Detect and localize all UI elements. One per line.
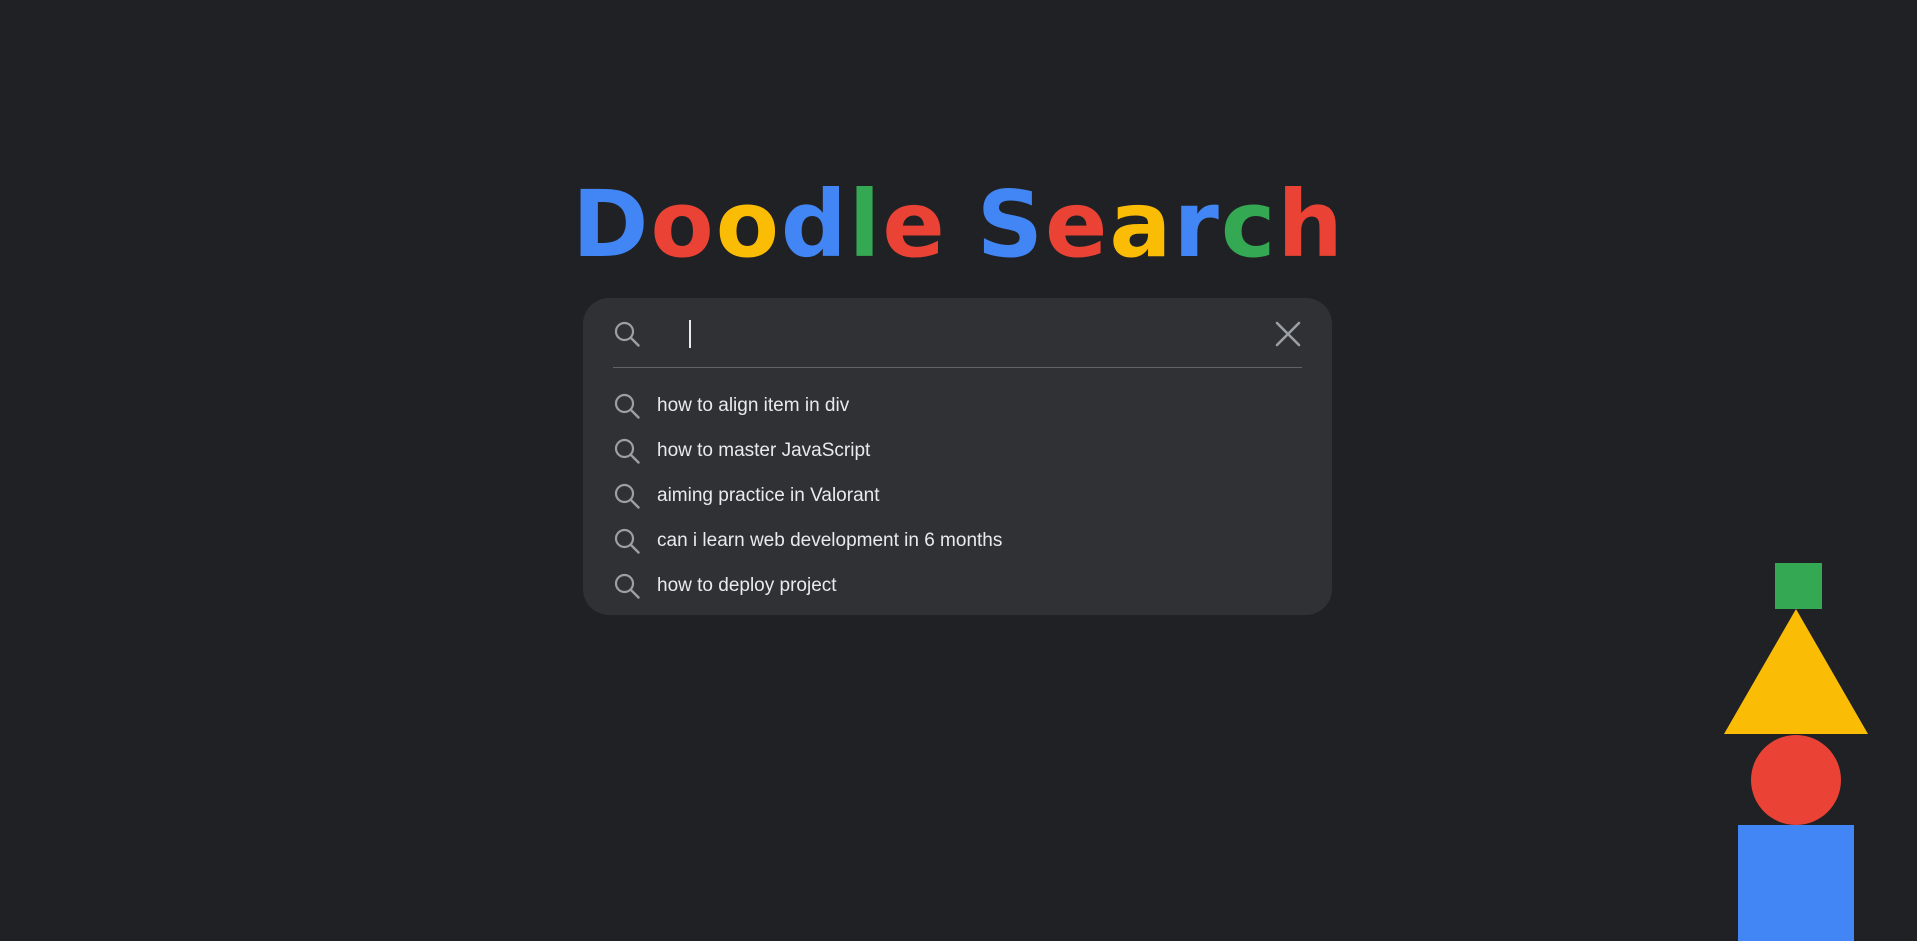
suggestion-item[interactable]: can i learn web development in 6 months (613, 518, 1302, 563)
logo-letter: l (848, 171, 883, 278)
suggestion-text: can i learn web development in 6 months (657, 529, 1003, 551)
logo-letter: e (882, 171, 947, 278)
page: Doodle Search how to align item in div h… (0, 0, 1917, 941)
search-icon (614, 483, 640, 509)
search-icon (614, 393, 640, 419)
suggestion-text: how to master JavaScript (657, 439, 871, 461)
logo-letter: a (1109, 171, 1174, 278)
search-icon (614, 321, 640, 347)
suggestion-text: how to align item in div (657, 394, 850, 416)
search-icon (614, 528, 640, 554)
suggestion-item[interactable]: aiming practice in Valorant (613, 473, 1302, 518)
logo-letter: o (650, 171, 716, 278)
logo-letter: D (572, 171, 651, 278)
search-icon (614, 438, 640, 464)
logo-letter: c (1220, 171, 1278, 278)
blue-square-shape (1738, 825, 1854, 941)
suggestion-list: how to align item in div how to master J… (613, 383, 1302, 608)
doodle-search-logo: Doodle Search (0, 170, 1917, 280)
logo-letter: h (1277, 171, 1345, 278)
search-row (613, 298, 1302, 368)
search-box: how to align item in div how to master J… (583, 298, 1332, 615)
suggestion-item[interactable]: how to deploy project (613, 563, 1302, 608)
suggestion-item[interactable]: how to master JavaScript (613, 428, 1302, 473)
suggestion-text: how to deploy project (657, 574, 837, 596)
text-caret (689, 320, 691, 348)
logo-letter: d (780, 171, 849, 278)
yellow-triangle-shape (1724, 609, 1868, 734)
logo-letter: r (1173, 171, 1221, 278)
search-icon (614, 573, 640, 599)
green-square-shape (1775, 563, 1822, 609)
red-circle-shape (1751, 735, 1841, 825)
logo-letter: e (1044, 171, 1110, 278)
suggestion-item[interactable]: how to align item in div (613, 383, 1302, 428)
suggestion-text: aiming practice in Valorant (657, 484, 880, 506)
close-icon[interactable] (1272, 318, 1304, 350)
search-input[interactable] (657, 316, 1257, 350)
logo-letter: S (976, 171, 1045, 278)
logo-letter: o (715, 171, 781, 278)
